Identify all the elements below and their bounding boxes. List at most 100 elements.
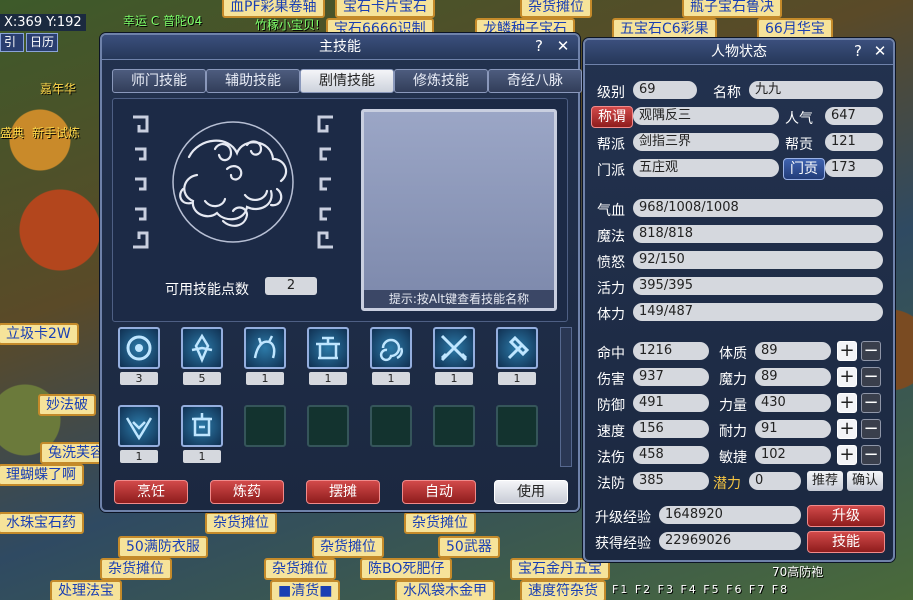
accuracy-value: 1216 [633, 342, 709, 360]
stall-sign[interactable]: 陈BO死肥仔 [360, 558, 453, 580]
tab-story-skills[interactable]: 剧情技能 [300, 69, 394, 93]
skill-slot[interactable] [496, 327, 538, 369]
title-button[interactable]: 称谓 [591, 106, 633, 128]
empty-skill-slot[interactable] [244, 405, 286, 447]
calendar-button[interactable]: 日历 [26, 33, 59, 52]
minus-icon[interactable]: − [861, 367, 881, 387]
empty-skill-slot[interactable] [496, 405, 538, 447]
plus-icon[interactable]: + [837, 341, 857, 361]
auto-button[interactable]: 自动 [402, 480, 476, 504]
stall-sign[interactable]: 杂货摊位 [100, 558, 172, 580]
tab-meridian-skills[interactable]: 奇经八脉 [488, 69, 582, 93]
help-icon[interactable]: ? [530, 37, 548, 55]
vitality-value: 395/395 [633, 277, 883, 295]
skill-slot[interactable] [307, 327, 349, 369]
empty-skill-slot[interactable] [433, 405, 475, 447]
stall-sign[interactable]: 杂货摊位 [404, 512, 476, 534]
skill-level: 1 [120, 450, 158, 463]
minus-icon[interactable]: − [861, 393, 881, 413]
altar-skill-icon [316, 336, 340, 360]
skill-slot[interactable] [181, 327, 223, 369]
skill-level: 1 [498, 372, 536, 385]
skill-slot[interactable] [370, 327, 412, 369]
stall-sign[interactable]: 杂货摊位 [264, 558, 336, 580]
plus-icon[interactable]: + [837, 393, 857, 413]
plus-icon[interactable]: + [837, 419, 857, 439]
magic-defense-label: 法防 [597, 476, 625, 492]
nav-button-left[interactable]: 引 [0, 33, 24, 52]
event-label[interactable]: 盛典 [0, 124, 24, 141]
popularity-value: 647 [825, 107, 883, 125]
status-window-titlebar[interactable]: 人物状态 [585, 40, 893, 65]
skill-slot[interactable] [118, 327, 160, 369]
alchemy-button[interactable]: 炼药 [210, 480, 284, 504]
stall-sign[interactable]: 水风袋木金甲 [395, 580, 495, 600]
plus-icon[interactable]: + [837, 367, 857, 387]
upgrade-exp-label: 升级经验 [595, 510, 651, 526]
tab-cultivation-skills[interactable]: 修炼技能 [394, 69, 488, 93]
skill-slot[interactable] [244, 327, 286, 369]
wings-skill-icon [125, 417, 153, 441]
stall-sign[interactable]: ■清货■ [270, 580, 341, 600]
stall-sign[interactable]: 宝石卡片宝石 [335, 0, 435, 18]
skill-slot[interactable] [433, 327, 475, 369]
faction-value: 剑指三界 [633, 133, 779, 151]
hp-value: 968/1008/1008 [633, 199, 883, 217]
stall-sign[interactable]: 立圾卡2W [0, 323, 79, 345]
minus-icon[interactable]: − [861, 419, 881, 439]
recommend-button[interactable]: 推荐 [807, 471, 843, 491]
hp-label: 气血 [597, 203, 625, 219]
stall-button[interactable]: 摆摊 [306, 480, 380, 504]
skill-slot[interactable] [181, 405, 223, 447]
event-label[interactable]: 新手试炼 [32, 124, 80, 141]
contribution-label: 帮贡 [785, 137, 813, 153]
rage-label: 愤怒 [597, 255, 625, 271]
stall-sign[interactable]: 瓶子宝石鲁决 [682, 0, 782, 18]
name-value: 九九 [749, 81, 883, 99]
skill-window-titlebar[interactable]: 主技能 [102, 35, 578, 60]
use-button[interactable]: 使用 [494, 480, 568, 504]
skill-level: 3 [120, 372, 158, 385]
tab-school-skills[interactable]: 师门技能 [112, 69, 206, 93]
stall-sign[interactable]: 妙法破 [38, 394, 96, 416]
stall-sign[interactable]: 66月华宝 [757, 18, 833, 40]
endurance-label: 耐力 [719, 424, 747, 440]
title-value: 观隅反三 [633, 107, 779, 125]
potential-value: 0 [749, 472, 801, 490]
stall-sign[interactable]: 杂货摊位 [520, 0, 592, 18]
stall-sign[interactable]: 五宝石C6彩果 [612, 18, 717, 40]
cooking-button[interactable]: 烹饪 [114, 480, 188, 504]
school-contribution-button[interactable]: 门贡 [783, 158, 825, 180]
event-label[interactable]: 嘉年华 [40, 80, 76, 97]
stall-sign[interactable]: 理蝴蝶了啊 [0, 464, 84, 486]
tab-support-skills[interactable]: 辅助技能 [206, 69, 300, 93]
strength-value: 430 [755, 394, 831, 412]
skill-scrollbar[interactable] [560, 327, 572, 467]
upgrade-exp-value: 1648920 [659, 506, 801, 524]
help-icon[interactable]: ? [849, 42, 867, 60]
empty-skill-slot[interactable] [370, 405, 412, 447]
skill-slot[interactable] [118, 405, 160, 447]
plus-icon[interactable]: + [837, 445, 857, 465]
ring-skill-icon [126, 335, 152, 361]
close-icon[interactable]: ✕ [871, 42, 889, 60]
magic-power-value: 89 [755, 368, 831, 386]
stall-sign[interactable]: 杂货摊位 [312, 536, 384, 558]
empty-skill-slot[interactable] [307, 405, 349, 447]
minus-icon[interactable]: − [861, 445, 881, 465]
close-icon[interactable]: ✕ [554, 37, 572, 55]
function-key-bar[interactable]: F1 F2 F3 F4 F5 F6 F7 F8 [612, 583, 789, 596]
stall-sign[interactable]: 50武器 [438, 536, 500, 558]
stall-sign[interactable]: 速度符杂货 [520, 580, 606, 600]
stall-sign[interactable]: 杂货摊位 [205, 512, 277, 534]
minus-icon[interactable]: − [861, 341, 881, 361]
swirl-skill-icon [379, 338, 404, 362]
skills-button[interactable]: 技能 [807, 531, 885, 553]
stall-sign[interactable]: 水珠宝石药 [0, 512, 84, 534]
confirm-button[interactable]: 确认 [847, 471, 883, 491]
level-up-button[interactable]: 升级 [807, 505, 885, 527]
stall-sign[interactable]: 处理法宝 [50, 580, 122, 600]
alt-hint-text: 提示:按Alt键查看技能名称 [364, 290, 554, 308]
crossed-swords-skill-icon [440, 334, 468, 362]
stall-sign[interactable]: 50满防衣服 [118, 536, 208, 558]
